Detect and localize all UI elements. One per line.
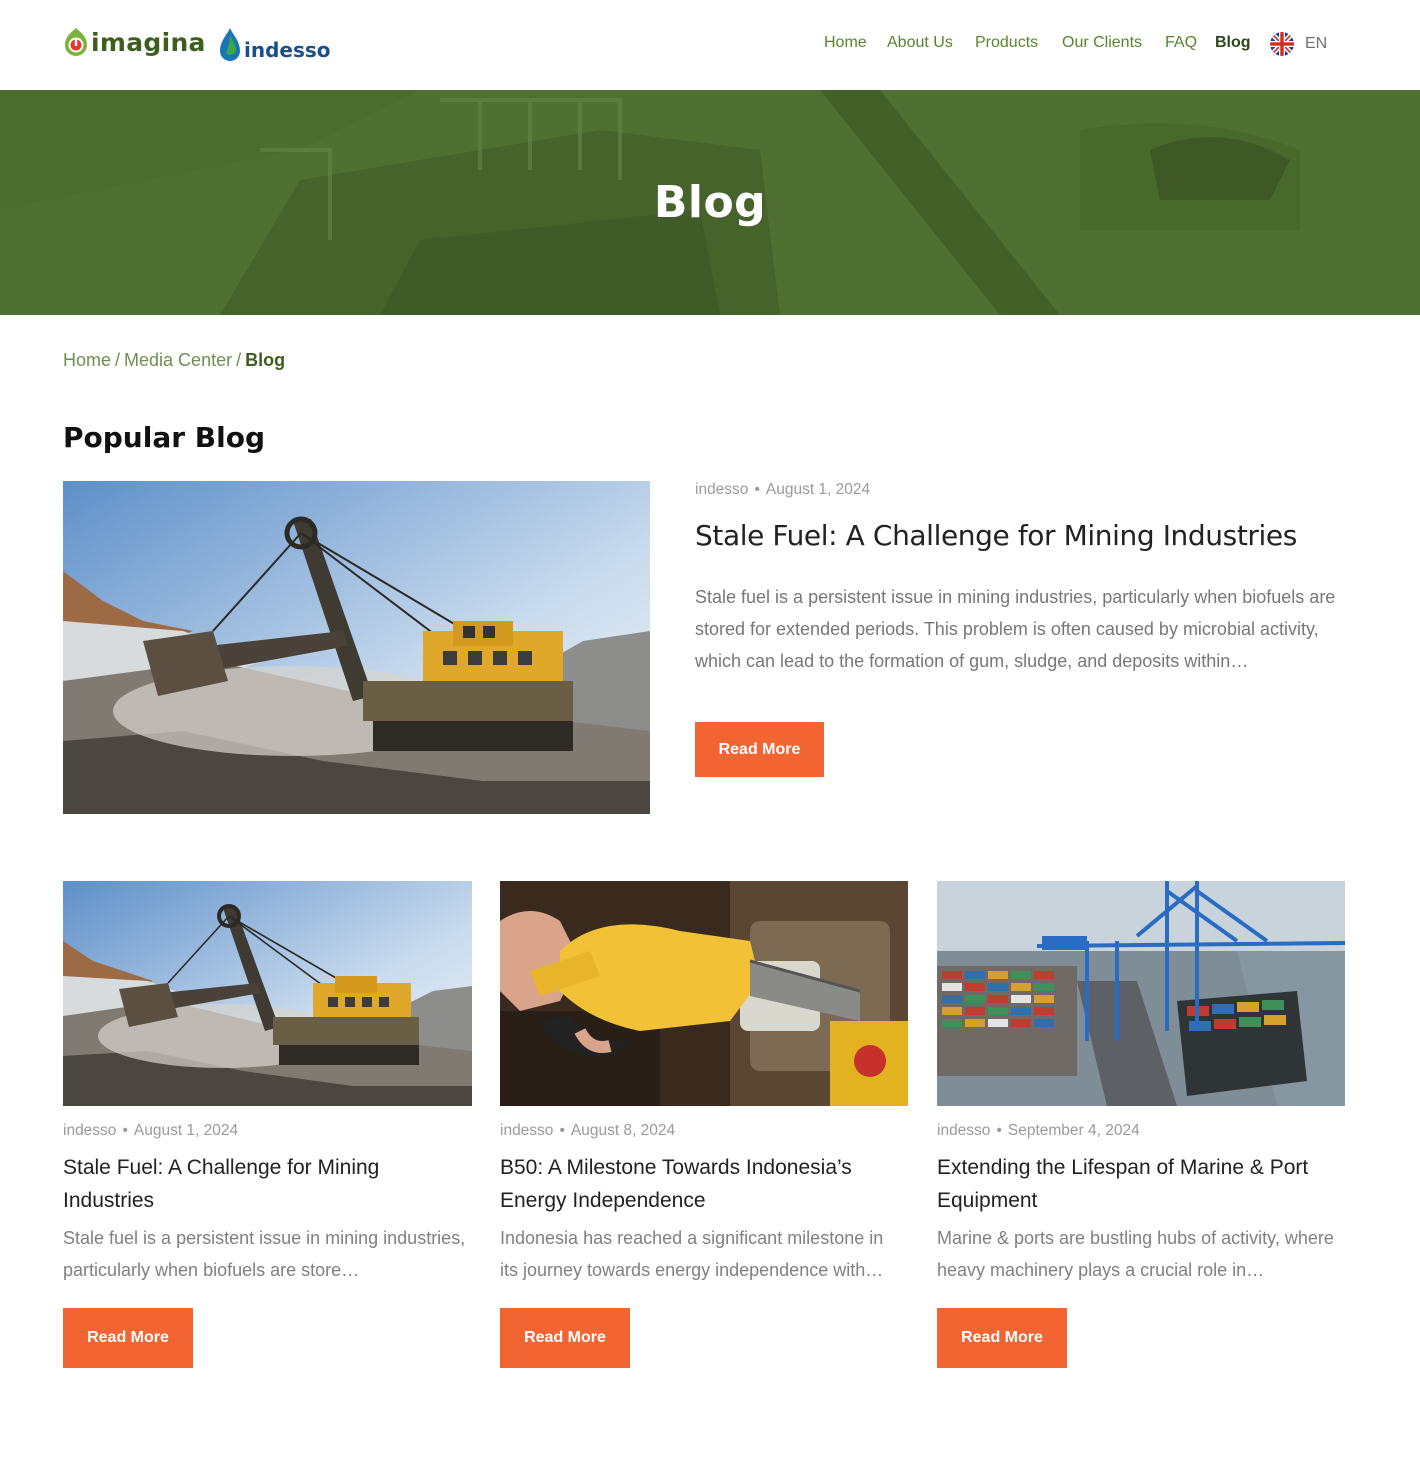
featured-post-meta: indesso • August 1, 2024 bbox=[695, 481, 870, 499]
mining-excavator-image bbox=[63, 881, 472, 1106]
featured-post-date: August 1, 2024 bbox=[765, 481, 871, 498]
read-more-button[interactable]: Read More bbox=[63, 1308, 193, 1368]
blog-card-meta: indesso • September 4, 2024 bbox=[937, 1122, 1140, 1140]
blog-card-title[interactable]: Extending the Lifespan of Marine & Port … bbox=[937, 1151, 1337, 1217]
blog-card-author: indesso bbox=[937, 1122, 991, 1139]
featured-post-title[interactable]: Stale Fuel: A Challenge for Mining Indus… bbox=[695, 519, 1297, 552]
imagina-logo-mark-icon bbox=[65, 28, 87, 56]
blog-card-image[interactable] bbox=[937, 881, 1345, 1106]
featured-post-excerpt: Stale fuel is a persistent issue in mini… bbox=[695, 587, 1336, 671]
nav-our-clients[interactable]: Our Clients bbox=[1062, 34, 1142, 52]
blog-card-date: September 4, 2024 bbox=[1007, 1122, 1140, 1139]
blog-card-excerpt: Marine & ports are bustling hubs of acti… bbox=[937, 1228, 1334, 1280]
blog-card-excerpt: Stale fuel is a persistent issue in mini… bbox=[63, 1228, 466, 1280]
language-label: EN bbox=[1305, 35, 1328, 52]
blog-card: indesso • August 1, 2024 Stale Fuel: A Cha… bbox=[63, 881, 472, 1371]
featured-read-more-button[interactable]: Read More bbox=[695, 722, 824, 777]
blog-card-title[interactable]: B50: A Milestone Towards Indonesia’s Ene… bbox=[500, 1151, 900, 1217]
read-more-button[interactable]: Read More bbox=[937, 1308, 1067, 1368]
blog-card-date: August 1, 2024 bbox=[133, 1122, 239, 1139]
mining-excavator-image bbox=[63, 481, 650, 814]
nav-home[interactable]: Home bbox=[824, 34, 867, 52]
indesso-logo-mark-icon bbox=[220, 28, 240, 61]
blog-card-author: indesso bbox=[63, 1122, 117, 1139]
fuel-nozzle-image bbox=[500, 881, 908, 1106]
blog-card: indesso • September 4, 2024 Extending the … bbox=[937, 881, 1345, 1371]
nav-faq[interactable]: FAQ bbox=[1165, 34, 1197, 52]
blog-card-excerpt: Indonesia has reached a significant mile… bbox=[500, 1228, 884, 1280]
breadcrumb: Home / Media Center / Blog bbox=[63, 350, 285, 371]
container-port-image bbox=[937, 881, 1345, 1106]
blog-card-title[interactable]: Stale Fuel: A Challenge for Mining Indus… bbox=[63, 1151, 463, 1217]
imagina-logo[interactable]: imagina bbox=[63, 27, 206, 57]
meta-dot: • bbox=[754, 481, 760, 498]
blog-card-image[interactable] bbox=[500, 881, 908, 1106]
blog-card-image[interactable] bbox=[63, 881, 472, 1106]
meta-dot: • bbox=[559, 1122, 565, 1139]
blog-card-author: indesso bbox=[500, 1122, 554, 1139]
blog-card: indesso • August 8, 2024 B50: A Milestone … bbox=[500, 881, 908, 1371]
featured-post-author: indesso bbox=[695, 481, 749, 498]
breadcrumb-current: Blog bbox=[245, 350, 286, 370]
blog-card-meta: indesso • August 8, 2024 bbox=[500, 1122, 675, 1140]
indesso-logo[interactable]: indesso bbox=[218, 27, 331, 63]
language-selector[interactable]: EN bbox=[1270, 32, 1327, 56]
featured-post-image[interactable] bbox=[63, 481, 650, 814]
nav-blog[interactable]: Blog bbox=[1215, 34, 1251, 52]
meta-dot: • bbox=[122, 1122, 128, 1139]
read-more-button[interactable]: Read More bbox=[500, 1308, 630, 1368]
popular-blog-heading: Popular Blog bbox=[63, 421, 266, 454]
uk-flag-icon bbox=[1270, 32, 1294, 56]
breadcrumb-separator: / bbox=[115, 350, 121, 370]
nav-about-us[interactable]: About Us bbox=[887, 34, 953, 52]
site-header: imagina indesso Home About Us Products O… bbox=[0, 0, 1420, 90]
blog-card-meta: indesso • August 1, 2024 bbox=[63, 1122, 238, 1140]
imagina-logo-text: imagina bbox=[91, 27, 206, 57]
breadcrumb-media-center[interactable]: Media Center bbox=[124, 350, 232, 370]
breadcrumb-separator: / bbox=[236, 350, 242, 370]
meta-dot: • bbox=[996, 1122, 1002, 1139]
nav-products[interactable]: Products bbox=[975, 34, 1038, 52]
indesso-logo-text: indesso bbox=[244, 38, 331, 62]
breadcrumb-home[interactable]: Home bbox=[63, 350, 111, 370]
page-title: Blog bbox=[653, 177, 767, 228]
blog-card-date: August 8, 2024 bbox=[570, 1122, 676, 1139]
hero-banner: Blog bbox=[0, 90, 1420, 315]
